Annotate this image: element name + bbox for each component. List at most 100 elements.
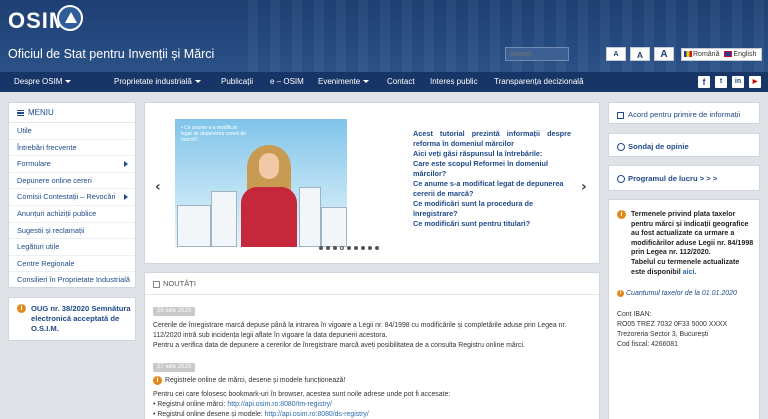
iban-line: Cont IBAN: [617, 311, 652, 318]
edit-icon [617, 111, 624, 119]
info-icon: i [153, 376, 162, 385]
sondaj-box[interactable]: Sondaj de opinie [608, 133, 760, 157]
building-illustration [321, 207, 347, 247]
sidebar-item-centre-regionale[interactable]: Centre Regionale [9, 256, 135, 273]
news-headline: i Registrele online de mărci, desene și m… [153, 376, 593, 386]
news-date: 27 iulie 2020 [153, 363, 196, 372]
program-link[interactable]: Programul de lucru > > > [617, 174, 717, 183]
slider-dot[interactable] [375, 245, 379, 250]
oug-text[interactable]: OUG nr. 38/2020 Semnătura electronică ac… [31, 304, 131, 334]
slider-dot[interactable] [333, 245, 337, 250]
chevron-down-icon [363, 80, 370, 84]
info-icon: i [17, 304, 26, 313]
slider-dot-active[interactable] [340, 245, 344, 250]
sidebar-item-comisii-contestatii[interactable]: Comisii Contestații – Revocări [9, 189, 135, 206]
news-panel: NOUTĂȚI 28 iulie 2020 Cererile de înregi… [144, 272, 600, 419]
news-link-line: • Registrul online mărci: http://api.osi… [153, 401, 332, 408]
site-header: OSIM Oficiul de Stat pentru Invenții și … [0, 0, 768, 72]
news-paragraph: Pentru a verifica data de depunere a cer… [153, 342, 525, 349]
sidebar-item-legaturi-utile[interactable]: Legături utile [9, 239, 135, 256]
sidebar-item-anunturi-achizitii[interactable]: Anunțuri achiziții publice [9, 206, 135, 223]
menu-icon [17, 109, 24, 116]
youtube-icon[interactable]: ▶ [749, 76, 761, 88]
font-size-small-button[interactable]: A [606, 47, 626, 61]
check-circle-icon [617, 143, 625, 151]
facebook-icon[interactable]: f [698, 76, 710, 88]
slide-line: Acest tutorial prezintă informații despr… [413, 129, 571, 148]
cuantum-link[interactable]: i Cuantumul taxelor de la 01.01.2020 [617, 290, 737, 297]
nav-evenimente[interactable]: Evenimente [318, 72, 370, 92]
twitter-icon[interactable]: t [715, 76, 727, 88]
tutorial-slider: ‹ • Ce anume s-a modificat legat de depu… [144, 102, 600, 264]
slider-next-icon[interactable]: › [581, 179, 587, 195]
slide-line: Ce anume s-a modificat legat de depunere… [413, 179, 564, 198]
linkedin-icon[interactable]: in [732, 76, 744, 88]
main-nav: Despre OSIM Proprietate industrială Publ… [0, 72, 768, 92]
chevron-down-icon [65, 80, 72, 84]
news-text: i Registrele online de mărci, desene și m… [153, 376, 593, 419]
tm-registry-link[interactable]: http://api.osim.ro:8080/tm-registry/ [227, 401, 332, 408]
language-switch: Română English [681, 48, 762, 61]
chevron-right-icon [124, 194, 128, 201]
chevron-right-icon [124, 161, 128, 168]
slide-line: Ce modificări sunt pentru titulari? [413, 219, 531, 228]
nav-transparenta-decizionala[interactable]: Transparența decizională [494, 72, 584, 92]
nav-e-osim[interactable]: e – OSIM [270, 72, 304, 92]
news-link-line: • Registrul online desene și modele: htt… [153, 411, 369, 418]
iban-info: Cont IBAN: RO05 TREZ 7032 0F33 5000 XXXX… [617, 310, 727, 350]
slider-dot[interactable] [347, 245, 351, 250]
sondaj-link[interactable]: Sondaj de opinie [617, 142, 689, 151]
ds-registry-link[interactable]: http://api.osim.ro:8080/ds-registry/ [265, 411, 369, 418]
slider-dot[interactable] [354, 245, 358, 250]
news-paragraph: Cererile de înregistrare marcă depuse pâ… [153, 322, 567, 339]
acord-box[interactable]: Acord pentru primire de informații [608, 102, 760, 124]
termene-aici-link[interactable]: aici. [683, 268, 697, 276]
slide-image[interactable]: • Ce anume s-a modificat legat de depune… [175, 119, 347, 247]
romanian-flag-icon[interactable] [684, 51, 692, 58]
nav-contact[interactable]: Contact [387, 72, 415, 92]
clock-icon [617, 175, 625, 183]
menu-header: MENIU [9, 103, 135, 123]
acord-link[interactable]: Acord pentru primire de informații [617, 110, 740, 119]
slider-dot[interactable] [319, 245, 323, 250]
news-icon [153, 280, 160, 288]
news-text: Cererile de înregistrare marcă depuse pâ… [153, 321, 593, 351]
menu-title: MENIU [28, 108, 54, 117]
slide-caption: • Ce anume s-a modificat legat de depune… [181, 125, 247, 143]
nav-publicatii[interactable]: Publicații [221, 72, 253, 92]
info-icon: i [617, 290, 624, 297]
program-box[interactable]: Programul de lucru > > > [608, 165, 760, 191]
slide-line: Care este scopul Reformei în domeniul mă… [413, 159, 549, 178]
news-header: NOUTĂȚI [145, 273, 599, 295]
slider-prev-icon[interactable]: ‹ [155, 179, 161, 195]
sidebar-menu: MENIU Utile Întrebări frecvente Formular… [8, 102, 136, 288]
lang-en-link[interactable]: English [733, 51, 756, 58]
building-illustration [177, 205, 211, 247]
lang-ro-link[interactable]: Română [693, 51, 719, 58]
search-input[interactable] [505, 47, 569, 61]
slide-text: Acest tutorial prezintă informații despr… [413, 129, 571, 229]
slider-dot[interactable] [361, 245, 365, 250]
nav-despre-osim[interactable]: Despre OSIM [14, 72, 72, 92]
font-size-large-button[interactable]: A [654, 47, 674, 61]
info-icon: i [617, 210, 626, 219]
sidebar-item-consilieri[interactable]: Consilieri în Proprietate Industrială [9, 272, 135, 289]
sidebar-item-utile[interactable]: Utile [9, 123, 135, 140]
slider-dot[interactable] [326, 245, 330, 250]
oug-notice[interactable]: i OUG nr. 38/2020 Semnătura electronică … [8, 297, 136, 341]
sidebar-item-sugestii[interactable]: Sugestii și reclamații [9, 223, 135, 240]
nav-interes-public[interactable]: Interes public [430, 72, 478, 92]
presenter-face [259, 153, 279, 179]
sidebar-item-formulare[interactable]: Formulare [9, 156, 135, 173]
slider-dots [319, 243, 382, 250]
building-illustration [211, 191, 237, 247]
nav-proprietate-industriala[interactable]: Proprietate industrială [114, 72, 201, 92]
iban-line: Cod fiscal: 4266081 [617, 341, 678, 348]
termene-box: i Termenele privind plata taxelor pentru… [608, 199, 760, 419]
slider-dot[interactable] [368, 245, 372, 250]
sidebar-item-depunere-online[interactable]: Depunere online cereri [9, 173, 135, 190]
logo-emblem-icon[interactable] [57, 5, 83, 31]
font-size-medium-button[interactable]: A [630, 47, 650, 61]
sidebar-item-intrebari-frecvente[interactable]: Întrebări frecvente [9, 140, 135, 157]
english-flag-icon[interactable] [724, 51, 733, 58]
